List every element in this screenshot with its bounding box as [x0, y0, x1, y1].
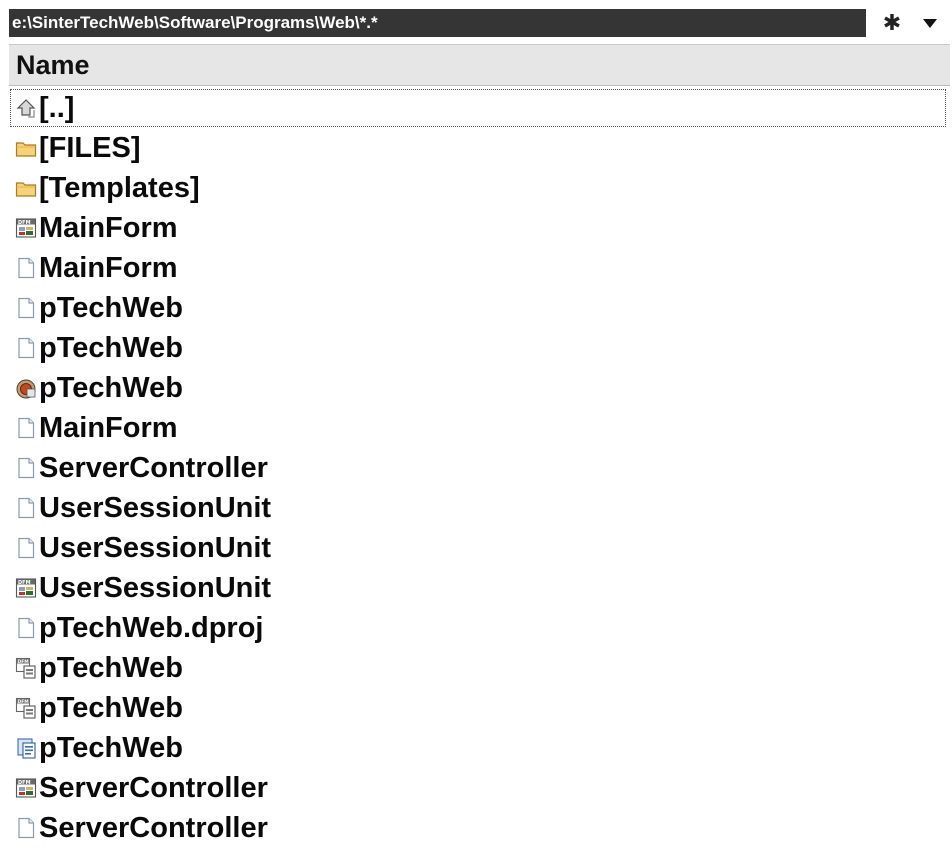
blue-document-icon [15, 736, 39, 760]
list-item[interactable]: [..] [9, 88, 947, 128]
column-header-name[interactable]: Name [9, 44, 950, 86]
document-icon [15, 536, 39, 560]
list-item[interactable]: pTechWeb [9, 328, 952, 368]
list-item[interactable]: pTechWeb [9, 728, 952, 768]
dfm-form-icon: DFM [15, 216, 39, 240]
list-item-label: MainForm [39, 211, 178, 244]
list-item-label: pTechWeb [39, 371, 183, 404]
document-icon [15, 336, 39, 360]
list-item-label: pTechWeb [39, 291, 183, 324]
list-item[interactable]: DFM pTechWeb [9, 648, 952, 688]
svg-text:DFM: DFM [18, 699, 30, 705]
folder-icon [15, 136, 39, 160]
document-icon [15, 416, 39, 440]
list-item[interactable]: [FILES] [9, 128, 952, 168]
dfm-form-icon: DFM [15, 576, 39, 600]
list-item-label: MainForm [39, 411, 178, 444]
list-item-label: ServerController [39, 451, 268, 484]
list-item[interactable]: DFM MainForm [9, 208, 952, 248]
document-icon [15, 496, 39, 520]
list-item-label: pTechWeb.dproj [39, 611, 264, 644]
list-item[interactable]: [Templates] [9, 168, 952, 208]
column-header-label: Name [16, 50, 90, 80]
list-item-label: pTechWeb [39, 691, 183, 724]
list-item[interactable]: MainForm [9, 408, 952, 448]
document-icon [15, 616, 39, 640]
list-item-label: pTechWeb [39, 731, 183, 764]
list-item-label: pTechWeb [39, 651, 183, 684]
list-item-label: UserSessionUnit [39, 571, 272, 604]
list-item-label: UserSessionUnit [39, 491, 272, 524]
file-list[interactable]: [..] [FILES] [Templates] DFM MainForm Ma… [9, 88, 952, 848]
dfm-form-icon: DFM [15, 776, 39, 800]
list-item[interactable]: ServerController [9, 448, 952, 488]
list-item[interactable]: MainForm [9, 248, 952, 288]
up-arrow-icon [15, 96, 39, 120]
document-icon [15, 816, 39, 840]
dfm-copy-icon: DFM [15, 656, 39, 680]
list-item[interactable]: pTechWeb [9, 368, 952, 408]
folder-icon [15, 176, 39, 200]
document-icon [15, 456, 39, 480]
svg-text:DFM: DFM [18, 220, 31, 226]
list-item-label: MainForm [39, 251, 178, 284]
dfm-copy-icon: DFM [15, 696, 39, 720]
list-item[interactable]: pTechWeb.dproj [9, 608, 952, 648]
file-panel: e:\SinterTechWeb\Software\Programs\Web\*… [0, 0, 952, 852]
chevron-down-icon [923, 18, 937, 28]
history-dropdown-button[interactable] [912, 9, 948, 37]
path-bar[interactable]: e:\SinterTechWeb\Software\Programs\Web\*… [9, 9, 866, 37]
project-resource-icon [15, 376, 39, 400]
list-item[interactable]: DFM ServerController [9, 768, 952, 808]
list-item[interactable]: UserSessionUnit [9, 488, 952, 528]
svg-text:DFM: DFM [18, 780, 31, 786]
document-icon [15, 256, 39, 280]
filter-button[interactable]: ✱ [872, 9, 912, 37]
list-item[interactable]: DFM pTechWeb [9, 688, 952, 728]
list-item-label: [FILES] [39, 131, 141, 164]
list-item[interactable]: UserSessionUnit [9, 528, 952, 568]
list-item-label: [Templates] [39, 171, 200, 204]
list-item-label: ServerController [39, 771, 268, 804]
list-item[interactable]: DFM UserSessionUnit [9, 568, 952, 608]
svg-text:DFM: DFM [18, 659, 30, 665]
list-item-label: [..] [39, 91, 75, 124]
list-item-label: pTechWeb [39, 331, 183, 364]
asterisk-icon: ✱ [882, 10, 902, 35]
list-item[interactable]: pTechWeb [9, 288, 952, 328]
list-item-label: UserSessionUnit [39, 531, 272, 564]
list-item-label: ServerController [39, 811, 268, 844]
document-icon [15, 296, 39, 320]
list-item[interactable]: ServerController [9, 808, 952, 848]
svg-text:DFM: DFM [18, 580, 31, 586]
